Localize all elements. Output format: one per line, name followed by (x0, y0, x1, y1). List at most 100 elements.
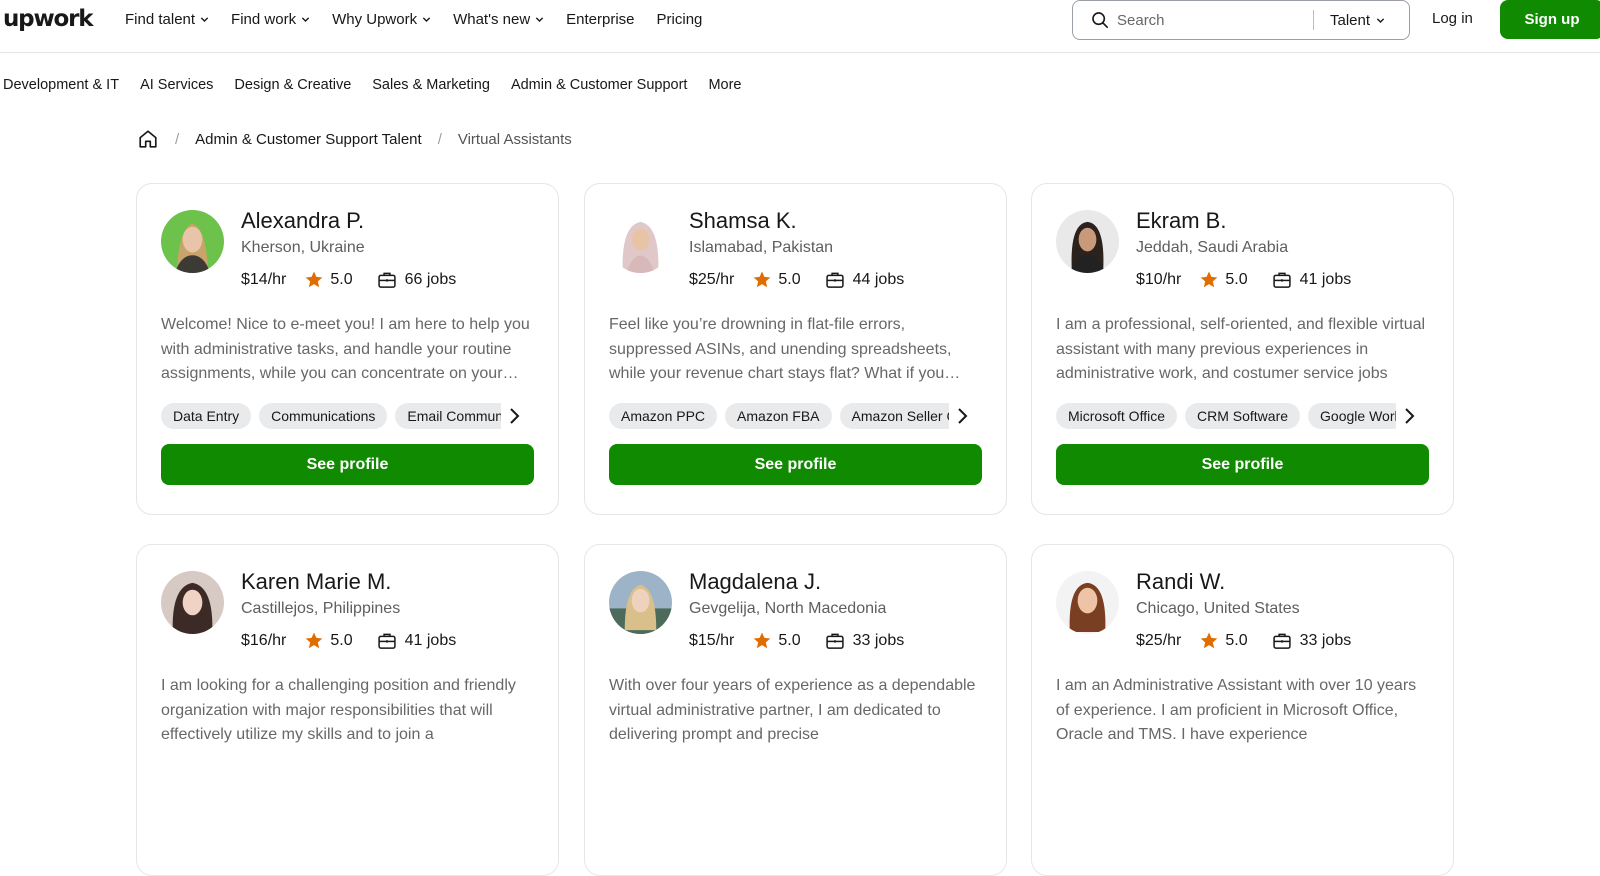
talent-bio: With over four years of experience as a … (609, 677, 976, 743)
nav-pricing[interactable]: Pricing (657, 11, 703, 28)
hourly-rate: $15/hr (689, 632, 735, 649)
hourly-rate: $25/hr (689, 271, 735, 288)
chevron-right-icon[interactable] (1397, 404, 1421, 428)
breadcrumb-separator: / (175, 130, 180, 148)
skill-chip[interactable]: Amazon PPC (609, 403, 718, 429)
talent-stats: $25/hr 5.0 44 jobs (689, 270, 904, 290)
avatar[interactable] (161, 571, 224, 634)
category-more[interactable]: More (708, 77, 741, 93)
search-divider (1313, 10, 1314, 30)
talent-location: Kherson, Ukraine (241, 239, 365, 256)
talent-stats: $10/hr 5.0 41 jobs (1136, 270, 1351, 290)
talent-bio: Feel like you’re drowning in flat-file e… (609, 316, 952, 382)
rating-value: 5.0 (1225, 632, 1248, 649)
star-icon (1201, 632, 1218, 649)
briefcase-icon (1272, 633, 1291, 649)
talent-name[interactable]: Magdalena J. (689, 569, 821, 595)
skill-chip[interactable]: CRM Software (1185, 403, 1301, 429)
hourly-rate: $16/hr (241, 632, 287, 649)
signup-button[interactable]: Sign up (1500, 0, 1600, 39)
search-type-dropdown[interactable]: Talent (1330, 12, 1385, 29)
jobs-count: 66 jobs (404, 271, 457, 288)
category-sales-marketing[interactable]: Sales & Marketing (372, 77, 490, 93)
category-admin-support[interactable]: Admin & Customer Support (511, 77, 688, 93)
avatar[interactable] (609, 571, 672, 634)
avatar[interactable] (609, 210, 672, 273)
hourly-rate: $14/hr (241, 271, 287, 288)
see-profile-button[interactable]: See profile (609, 444, 982, 485)
category-development-it[interactable]: Development & IT (3, 77, 119, 93)
nav-find-talent[interactable]: Find talent (125, 11, 209, 28)
talent-location: Castillejos, Philippines (241, 600, 401, 617)
top-header: upwork Find talent Find work Why Upwork … (0, 0, 1600, 53)
chevron-right-icon[interactable] (950, 404, 974, 428)
breadcrumb-parent-link[interactable]: Admin & Customer Support Talent (195, 131, 422, 148)
jobs-count: 44 jobs (852, 271, 905, 288)
jobs-count: 41 jobs (404, 632, 457, 649)
talent-location: Jeddah, Saudi Arabia (1136, 239, 1289, 256)
see-profile-button[interactable]: See profile (1056, 444, 1429, 485)
chevron-down-icon (536, 16, 544, 22)
search-type-label: Talent (1330, 11, 1371, 29)
briefcase-icon (377, 633, 396, 649)
avatar[interactable] (1056, 210, 1119, 273)
jobs-count: 33 jobs (852, 632, 905, 649)
skill-chip[interactable]: Google Workspace (1308, 403, 1396, 429)
rating-value: 5.0 (330, 271, 353, 288)
rating-value: 5.0 (330, 632, 353, 649)
chevron-down-icon (301, 16, 310, 22)
skill-chip[interactable]: Amazon FBA (725, 403, 832, 429)
skill-chip[interactable]: Communications (259, 403, 388, 429)
talent-name[interactable]: Shamsa K. (689, 208, 797, 234)
talent-stats: $16/hr 5.0 41 jobs (241, 631, 456, 651)
talent-card: Karen Marie M. Castillejos, Philippines … (136, 544, 559, 876)
skill-chip[interactable]: Data Entry (161, 403, 252, 429)
jobs-count: 33 jobs (1299, 632, 1352, 649)
home-icon[interactable] (137, 128, 159, 150)
talent-stats: $15/hr 5.0 33 jobs (689, 631, 904, 651)
skills-list: Microsoft Office CRM Software Google Works… (1056, 403, 1396, 429)
briefcase-icon (825, 633, 844, 649)
hourly-rate: $25/hr (1136, 632, 1182, 649)
nav-label: What's new (453, 10, 531, 28)
search-icon (1092, 12, 1109, 29)
skill-chip[interactable]: Email Communication (395, 403, 501, 429)
category-ai-services[interactable]: AI Services (140, 77, 213, 93)
nav-why-upwork[interactable]: Why Upwork (332, 11, 431, 28)
talent-card: Ekram B. Jeddah, Saudi Arabia $10/hr 5.0… (1031, 183, 1454, 515)
star-icon (754, 271, 771, 288)
nav-label: Find talent (125, 10, 196, 28)
talent-name[interactable]: Alexandra P. (241, 208, 364, 234)
chevron-right-icon[interactable] (502, 404, 526, 428)
category-nav: Development & IT AI Services Design & Cr… (3, 77, 762, 93)
talent-stats: $25/hr 5.0 33 jobs (1136, 631, 1351, 651)
star-icon (1201, 271, 1218, 288)
skill-chip[interactable]: Microsoft Office (1056, 403, 1177, 429)
talent-bio: I am a professional, self-oriented, and … (1056, 316, 1426, 382)
see-profile-button[interactable]: See profile (161, 444, 534, 485)
talent-location: Chicago, United States (1136, 600, 1300, 617)
skills-list: Data Entry Communications Email Communicat… (161, 403, 501, 429)
talent-name[interactable]: Ekram B. (1136, 208, 1226, 234)
talent-card: Magdalena J. Gevgelija, North Macedonia … (584, 544, 1007, 876)
rating-value: 5.0 (778, 271, 801, 288)
login-link[interactable]: Log in (1432, 10, 1473, 27)
search-input[interactable] (1117, 11, 1307, 29)
avatar[interactable] (161, 210, 224, 273)
hourly-rate: $10/hr (1136, 271, 1182, 288)
nav-label: Pricing (656, 10, 703, 28)
talent-name[interactable]: Randi W. (1136, 569, 1225, 595)
breadcrumb: / Admin & Customer Support Talent / Virt… (137, 128, 572, 150)
skill-chip[interactable]: Amazon Seller Central (839, 403, 949, 429)
breadcrumb-separator: / (437, 130, 442, 148)
nav-enterprise[interactable]: Enterprise (566, 11, 634, 28)
search-bar: Talent (1072, 0, 1410, 40)
category-design-creative[interactable]: Design & Creative (234, 77, 351, 93)
upwork-logo[interactable]: upwork (3, 6, 94, 32)
nav-find-work[interactable]: Find work (231, 11, 310, 28)
rating-value: 5.0 (1225, 271, 1248, 288)
talent-name[interactable]: Karen Marie M. (241, 569, 391, 595)
rating-value: 5.0 (778, 632, 801, 649)
nav-whats-new[interactable]: What's new (453, 11, 544, 28)
avatar[interactable] (1056, 571, 1119, 634)
